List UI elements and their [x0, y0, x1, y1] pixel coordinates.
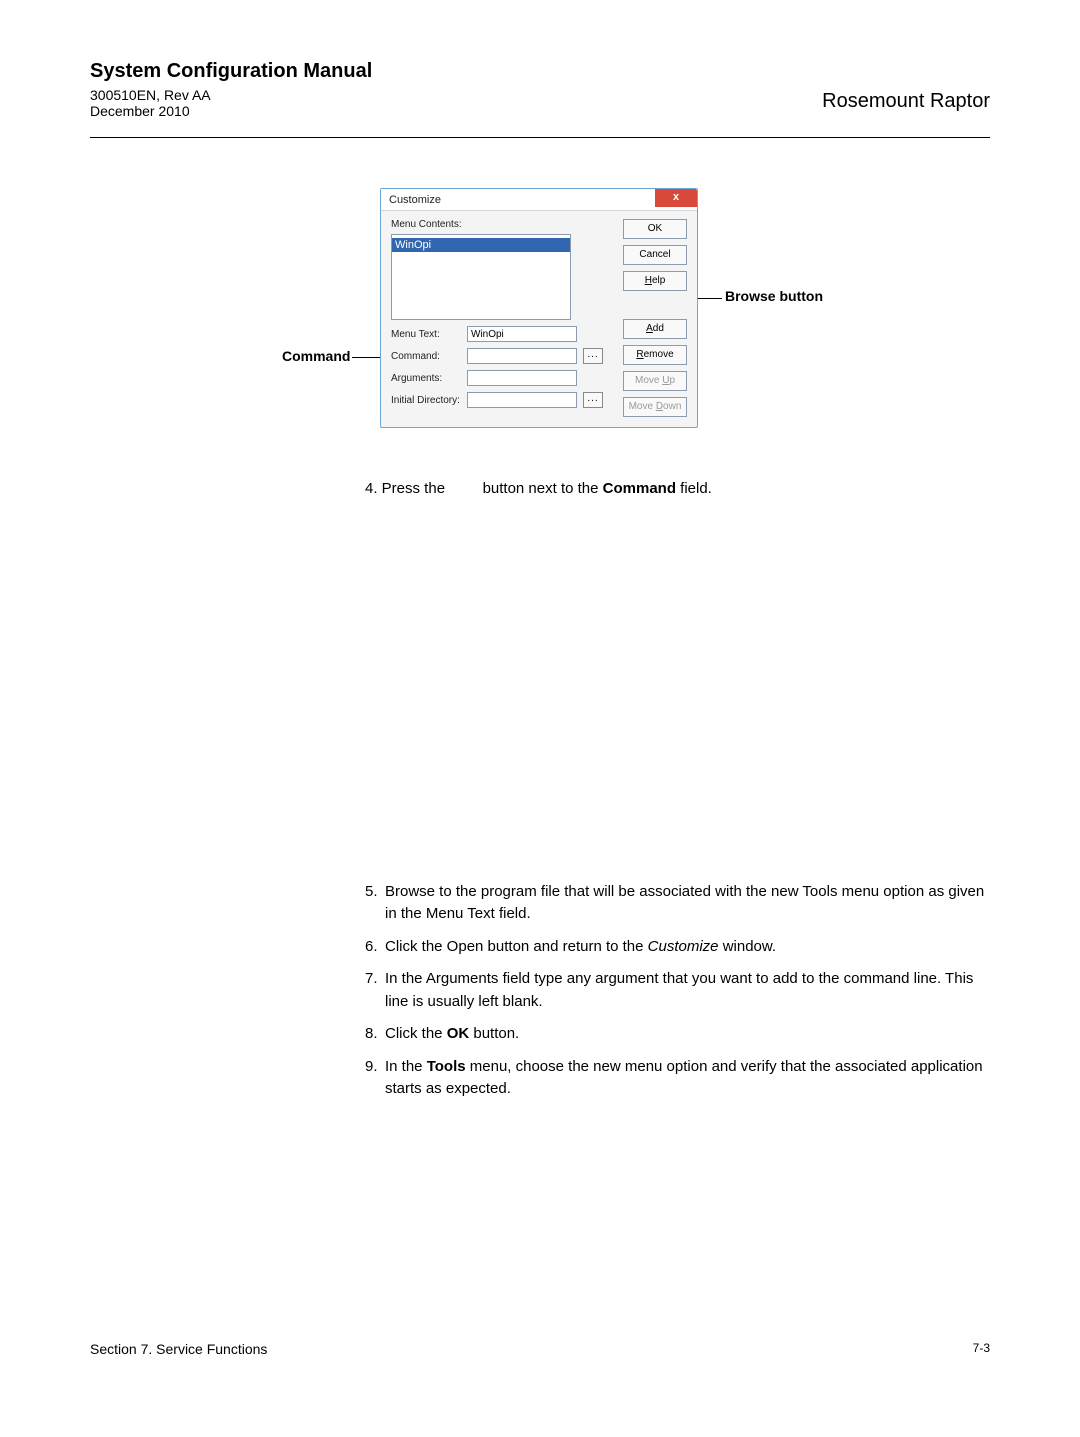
steps-list: 5.Browse to the program file that will b… [365, 881, 985, 1101]
arguments-label: Arguments: [391, 373, 461, 384]
menu-text-input[interactable] [467, 326, 577, 342]
move-up-button: Move Up [623, 371, 687, 391]
manual-title: System Configuration Manual [90, 60, 990, 83]
remove-button[interactable]: Remove [623, 345, 687, 365]
initial-directory-label: Initial Directory: [391, 395, 461, 406]
command-browse-button[interactable]: ... [583, 348, 603, 364]
command-input[interactable] [467, 348, 577, 364]
step-7: 7.In the Arguments field type any argume… [365, 968, 985, 1013]
menu-contents-listbox[interactable]: WinOpi [391, 234, 571, 320]
dialog-button-column: OK Cancel Help Add Remove Move Up Move D… [623, 219, 687, 417]
dialog-titlebar: Customize x [381, 189, 697, 211]
cancel-button[interactable]: Cancel [623, 245, 687, 265]
arguments-input[interactable] [467, 370, 577, 386]
step-6: 6.Click the Open button and return to th… [365, 936, 985, 959]
step-5: 5.Browse to the program file that will b… [365, 881, 985, 926]
header-rule [90, 137, 990, 138]
callout-browse: Browse button [725, 288, 823, 304]
initial-directory-input[interactable] [467, 392, 577, 408]
step-4: 4. Press the button next to the Command … [365, 478, 985, 501]
step-8: 8.Click the OK button. [365, 1023, 985, 1046]
ok-button[interactable]: OK [623, 219, 687, 239]
body-content: 4. Press the button next to the Command … [365, 478, 985, 1101]
footer-section: Section 7. Service Functions [90, 1341, 267, 1357]
dialog-title: Customize [389, 194, 441, 206]
move-down-button: Move Down [623, 397, 687, 417]
close-button[interactable]: x [655, 189, 697, 207]
menu-text-label: Menu Text: [391, 329, 461, 340]
add-button[interactable]: Add [623, 319, 687, 339]
product-name: Rosemount Raptor [822, 90, 990, 113]
step-9: 9.In the Tools menu, choose the new menu… [365, 1056, 985, 1101]
command-label: Command: [391, 351, 461, 362]
list-item[interactable]: WinOpi [392, 238, 570, 252]
help-button[interactable]: Help [623, 271, 687, 291]
page-footer: Section 7. Service Functions 7-3 [90, 1341, 990, 1357]
footer-page: 7-3 [973, 1341, 990, 1357]
callout-command: Command [282, 348, 350, 364]
dialog-figure: Command Browse button Customize x Menu C… [380, 188, 980, 448]
customize-dialog: Customize x Menu Contents: WinOpi Menu T… [380, 188, 698, 428]
initial-directory-browse-button[interactable]: ... [583, 392, 603, 408]
